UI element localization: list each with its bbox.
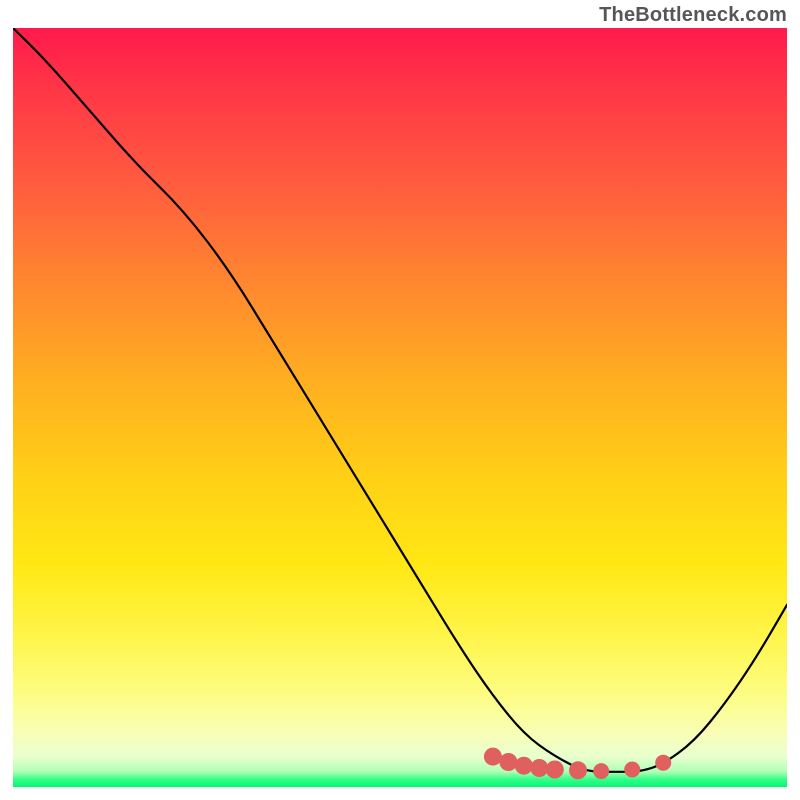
plot-area bbox=[13, 28, 787, 787]
heat-gradient-background bbox=[13, 28, 787, 787]
chart-canvas: TheBottleneck.com bbox=[0, 0, 800, 800]
attribution-label: TheBottleneck.com bbox=[599, 4, 787, 27]
